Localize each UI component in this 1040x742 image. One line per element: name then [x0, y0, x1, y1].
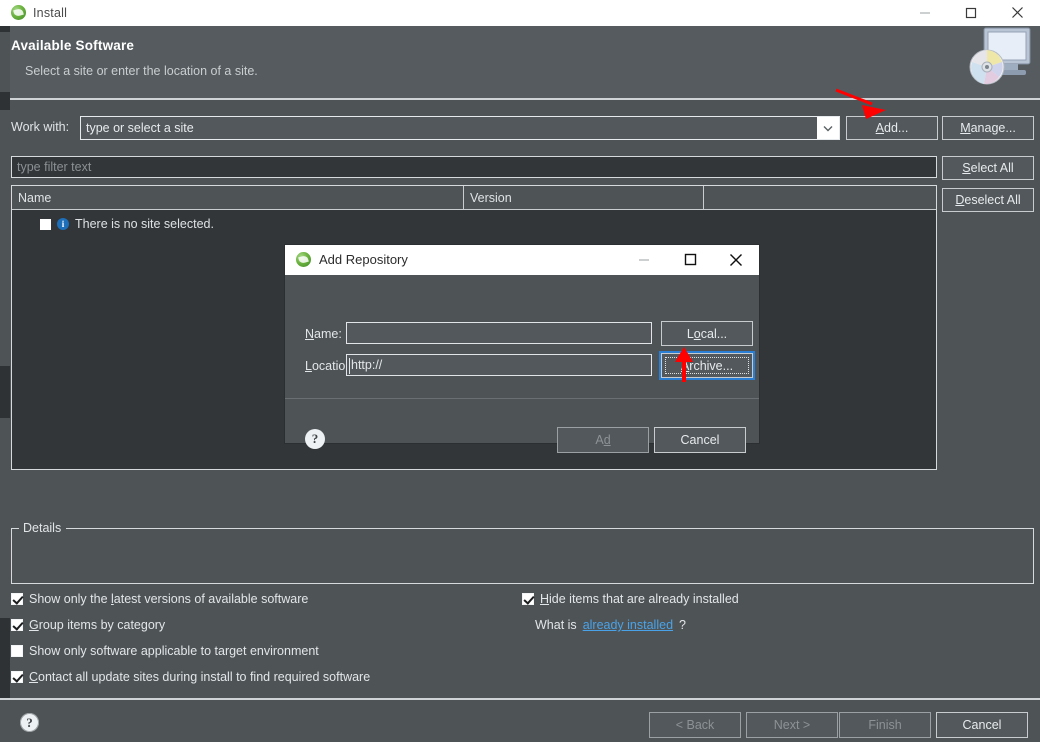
- name-field[interactable]: [346, 322, 652, 344]
- option-group-items-by-category[interactable]: Group items by category: [11, 618, 165, 632]
- eclipse-logo-icon: [11, 5, 26, 20]
- column-header-name[interactable]: Name: [12, 186, 464, 210]
- local-button-mnemonic: o: [693, 326, 701, 341]
- dialog-add-button[interactable]: Ad: [557, 427, 649, 453]
- option-contact-all-update-sites[interactable]: Contact all update sites during install …: [11, 670, 370, 684]
- cancel-button[interactable]: Cancel: [936, 712, 1028, 738]
- option-label: Hide items that are already installed: [540, 592, 739, 606]
- manage-sites-button[interactable]: Manage...: [942, 116, 1034, 140]
- what-is-suffix: ?: [679, 618, 686, 632]
- page-title: Available Software: [11, 38, 135, 53]
- wizard-footer: ? < Back Next > Finish Cancel: [0, 698, 1040, 742]
- checkbox[interactable]: [11, 619, 23, 631]
- window-titlebar: Install: [0, 0, 1040, 26]
- page-subtitle: Select a site or enter the location of a…: [25, 64, 258, 78]
- archive-button[interactable]: Archive...: [659, 351, 755, 380]
- checkbox[interactable]: [11, 671, 23, 683]
- location-field[interactable]: http://: [346, 354, 652, 376]
- column-header-version[interactable]: Version: [464, 186, 704, 210]
- column-header-extra[interactable]: [704, 186, 935, 210]
- details-panel: [11, 528, 1034, 584]
- dialog-body: Name: Location: http:// Local... Archive…: [285, 275, 759, 453]
- dialog-window-controls: [621, 245, 759, 275]
- minimize-icon[interactable]: [902, 0, 948, 26]
- option-show-applicable-to-target[interactable]: Show only software applicable to target …: [11, 644, 319, 658]
- what-is-already-installed-row: What is already installed?: [535, 618, 686, 632]
- wizard-banner: Available Software Select a site or ente…: [0, 26, 1040, 100]
- maximize-icon[interactable]: [948, 0, 994, 26]
- maximize-icon[interactable]: [667, 245, 713, 275]
- back-button[interactable]: < Back: [649, 712, 741, 738]
- select-all-label-rest: elect All: [970, 161, 1014, 175]
- next-button[interactable]: Next >: [746, 712, 838, 738]
- minimize-icon[interactable]: [621, 245, 667, 275]
- work-with-row: Work with: type or select a site Add... …: [0, 116, 1040, 140]
- titlebar-left: Install: [0, 5, 67, 20]
- what-is-prefix: What is: [535, 618, 577, 632]
- already-installed-link[interactable]: already installed: [583, 618, 673, 632]
- add-site-button[interactable]: Add...: [846, 116, 938, 140]
- local-button-label-rest: cal...: [700, 326, 728, 341]
- manage-button-label-rest: anage...: [970, 121, 1016, 135]
- filter-input[interactable]: type filter text: [11, 156, 937, 178]
- work-with-value: type or select a site: [86, 121, 194, 135]
- finish-button[interactable]: Finish: [839, 712, 931, 738]
- chevron-down-icon[interactable]: [817, 117, 839, 139]
- work-with-label: Work with:: [11, 120, 70, 134]
- row-label: There is no site selected.: [75, 217, 214, 231]
- row-checkbox[interactable]: [40, 218, 51, 230]
- select-all-mnemonic: S: [962, 161, 971, 175]
- option-label: Show only the latest versions of availab…: [29, 592, 309, 606]
- info-icon: i: [57, 218, 69, 230]
- eclipse-logo-icon: [296, 252, 311, 267]
- dialog-cancel-button[interactable]: Cancel: [654, 427, 746, 453]
- local-button[interactable]: Local...: [661, 321, 753, 346]
- option-label: Contact all update sites during install …: [29, 670, 371, 684]
- install-wizard-window: Install Available Software Select a site…: [0, 0, 1040, 742]
- table-header: Name Version: [12, 186, 936, 210]
- location-value: http://: [351, 358, 383, 372]
- archive-button-label-rest: rchive...: [689, 358, 734, 373]
- window-controls: [902, 0, 1040, 26]
- checkbox[interactable]: [522, 593, 534, 605]
- dialog-titlebar: Add Repository: [285, 245, 759, 275]
- table-row[interactable]: i There is no site selected.: [12, 213, 936, 235]
- dialog-separator: [285, 398, 759, 399]
- monitor-with-cd-icon: [954, 26, 1034, 98]
- filter-placeholder: type filter text: [17, 160, 92, 174]
- select-all-button[interactable]: Select All: [942, 156, 1034, 180]
- name-label: Name:: [305, 327, 342, 341]
- deselect-all-button[interactable]: Deselect All: [942, 188, 1034, 212]
- add-repository-dialog: Add Repository Name: Location: http:// L…: [285, 245, 759, 453]
- checkbox[interactable]: [11, 645, 23, 657]
- dialog-add-mnemonic: d: [603, 433, 611, 447]
- dialog-titlebar-left: Add Repository: [285, 252, 408, 267]
- help-question-icon[interactable]: ?: [305, 429, 325, 449]
- work-with-combo[interactable]: type or select a site: [80, 116, 840, 140]
- deselect-all-label-rest: eselect All: [964, 193, 1021, 207]
- close-icon[interactable]: [994, 0, 1040, 26]
- option-label: Show only software applicable to target …: [29, 644, 319, 658]
- manage-button-mnemonic: M: [960, 121, 971, 135]
- close-icon[interactable]: [713, 245, 759, 275]
- option-label: Group items by category: [29, 618, 166, 632]
- dialog-title: Add Repository: [319, 252, 408, 267]
- window-title: Install: [33, 5, 68, 20]
- add-button-mnemonic: A: [875, 121, 884, 135]
- option-hide-already-installed[interactable]: Hide items that are already installed: [522, 592, 739, 606]
- add-button-label-rest: dd...: [884, 121, 909, 135]
- checkbox[interactable]: [11, 593, 23, 605]
- help-question-icon[interactable]: ?: [20, 713, 39, 732]
- option-show-latest-versions[interactable]: Show only the latest versions of availab…: [11, 592, 308, 606]
